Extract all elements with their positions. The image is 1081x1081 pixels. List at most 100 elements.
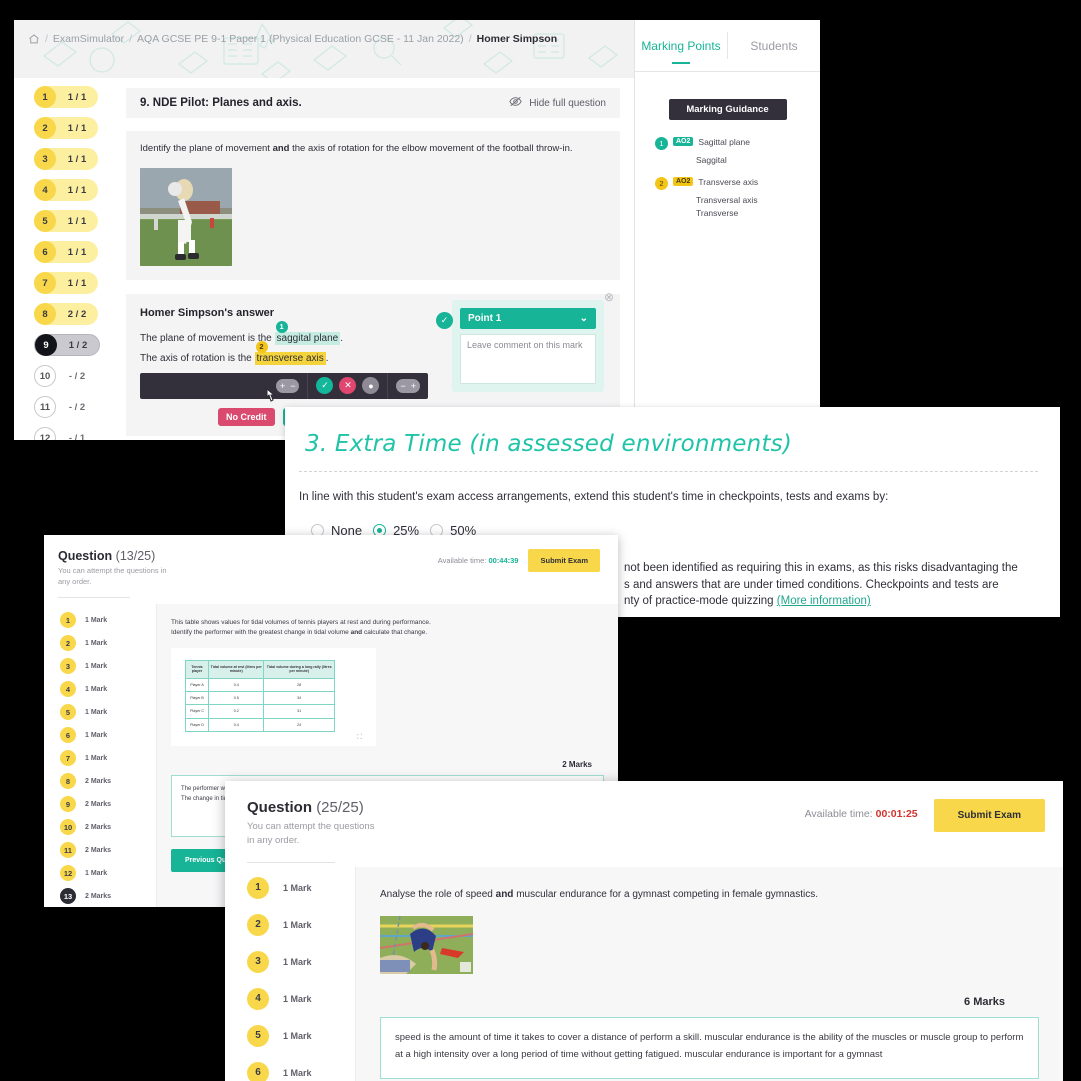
exam13-nav-5[interactable]: 5 1 Mark <box>60 704 156 720</box>
nav-mark: 2 Marks <box>85 823 112 831</box>
exam13-nav-6[interactable]: 6 1 Mark <box>60 727 156 743</box>
question-pill-8[interactable]: 8 2 / 2 <box>34 303 98 325</box>
breadcrumb[interactable]: / ExamSimulator / AQA GCSE PE 9-1 Paper … <box>14 20 634 58</box>
marking-points-list: 1 AO2 Sagittal plane Saggital 2 AO2 Tran… <box>635 120 820 221</box>
exam13-nav-3[interactable]: 3 1 Mark <box>60 658 156 674</box>
close-icon[interactable]: ⊗ <box>604 290 616 304</box>
plus-icon[interactable]: + <box>280 381 285 391</box>
mark-comment-input[interactable]: Leave comment on this mark <box>460 333 596 384</box>
plus-icon[interactable]: + <box>411 381 416 391</box>
marked-span-1[interactable]: 1 saggital plane <box>274 320 341 345</box>
marking-point-number: 2 <box>655 177 668 191</box>
nav-number: 5 <box>247 1024 269 1047</box>
available-time-label: Available time: <box>804 808 873 820</box>
exam25-marks-label: 6 Marks <box>964 995 1005 1008</box>
question-pill-2[interactable]: 2 1 / 1 <box>34 117 98 139</box>
question-pill-6[interactable]: 6 1 / 1 <box>34 241 98 263</box>
exam13-nav-11[interactable]: 11 2 Marks <box>60 842 156 858</box>
point-select[interactable]: Point 1 ⌄ <box>460 307 596 329</box>
nav-number: 4 <box>247 987 269 1010</box>
exam13-nav-4[interactable]: 4 1 Mark <box>60 681 156 697</box>
question-score: 1 / 1 <box>67 246 87 258</box>
exam25-title-word: Question <box>247 799 313 816</box>
eye-slash-icon <box>509 96 522 110</box>
question-pill-11[interactable]: 11 - / 2 <box>34 396 98 418</box>
question-pill-9-active[interactable]: 9 1 / 2 <box>34 334 100 356</box>
exam13-nav-9[interactable]: 9 2 Marks <box>60 796 156 812</box>
exam13-nav-1[interactable]: 1 1 Mark <box>60 612 156 628</box>
nav-mark: 1 Mark <box>85 731 108 739</box>
breadcrumb-sep: / <box>468 33 472 45</box>
football-throw-in-photo <box>140 167 232 266</box>
marking-point-number: 1 <box>655 137 668 150</box>
question-pill-5[interactable]: 5 1 / 1 <box>34 210 98 232</box>
exam25-nav-3[interactable]: 3 1 Mark <box>247 950 355 973</box>
table-header-cell: Tidal volume during a long rally (litres… <box>263 660 335 679</box>
chevron-down-icon: ⌄ <box>579 312 588 324</box>
home-icon[interactable] <box>28 33 40 45</box>
question-pill-7[interactable]: 7 1 / 1 <box>34 272 98 294</box>
exam13-marks-label: 2 Marks <box>562 760 592 769</box>
exam13-nav-10[interactable]: 10 2 Marks <box>60 819 156 835</box>
exam13-nav-2[interactable]: 2 1 Mark <box>60 635 156 651</box>
question-pill-1[interactable]: 1 1 / 1 <box>34 86 98 108</box>
tab-marking-points[interactable]: Marking Points <box>635 20 727 71</box>
assessment-objective-badge: AO2 <box>673 177 694 187</box>
nav-mark: 1 Mark <box>85 708 108 716</box>
breadcrumb-item-paper[interactable]: AQA GCSE PE 9-1 Paper 1 (Physical Educat… <box>137 33 464 45</box>
zoom-image-icon[interactable]: ⛶ <box>357 734 362 742</box>
table-row: Player B 0.5 34 <box>184 691 335 706</box>
exam25-nav-2[interactable]: 2 1 Mark <box>247 913 355 936</box>
accept-mark-button[interactable]: ✓ <box>316 377 334 395</box>
exam25-nav-5[interactable]: 5 1 Mark <box>247 1024 355 1047</box>
nav-mark: 2 Marks <box>85 777 112 785</box>
exam13-nav-8[interactable]: 8 2 Marks <box>60 773 156 789</box>
marked-span-2[interactable]: 2 transverse axis <box>254 340 326 365</box>
no-credit-button[interactable]: No Credit <box>218 407 275 426</box>
minus-icon[interactable]: − <box>290 381 295 391</box>
exam13-nav-12[interactable]: 12 1 Mark <box>60 865 156 881</box>
available-time-label: Available time: <box>437 556 487 565</box>
marking-point-text: Sagittal plane <box>698 137 750 147</box>
exam13-nav-13-current[interactable]: 13 2 Marks <box>60 888 156 904</box>
exam25-counter: (25/25) <box>316 799 364 816</box>
minus-icon[interactable]: − <box>400 381 405 391</box>
exam25-nav-1[interactable]: 1 1 Mark <box>247 876 355 899</box>
marking-guidance-button[interactable]: Marking Guidance <box>668 99 787 120</box>
mark-point-popup: ✓ ⊗ Point 1 ⌄ Leave comment on this mark <box>436 290 614 392</box>
marking-point-2[interactable]: 2 AO2 Transverse axis <box>655 176 820 191</box>
marking-point-1[interactable]: 1 AO2 Sagittal plane <box>655 136 820 150</box>
breadcrumb-item-exam-simulator[interactable]: ExamSimulator <box>53 33 124 45</box>
exam25-nav-6[interactable]: 6 1 Mark <box>247 1061 355 1081</box>
exam13-available-time: Available time: 00:44:39 <box>438 556 519 565</box>
question-pill-4[interactable]: 4 1 / 1 <box>34 179 98 201</box>
question-score: 1 / 2 <box>68 339 88 351</box>
tab-students[interactable]: Students <box>728 20 820 71</box>
tidal-volume-table-card: Tennis player Tidal volume at rest (litr… <box>171 648 376 746</box>
check-circle-icon[interactable]: ✓ <box>436 311 453 329</box>
exam25-nav-4[interactable]: 4 1 Mark <box>247 987 355 1010</box>
hide-full-question-button[interactable]: Hide full question <box>509 96 606 110</box>
mark-adjust-right[interactable]: − + <box>396 378 420 393</box>
table-cell: 0.4 <box>208 717 265 733</box>
note-line-3: nty of practice-mode quizzing <box>624 595 777 608</box>
reject-mark-button[interactable]: ✕ <box>339 377 357 395</box>
exam13-counter: (13/25) <box>115 549 156 563</box>
exam25-answer-textarea[interactable]: speed is the amount of time it takes to … <box>380 1016 1039 1079</box>
exam25-title-block: Question (25/25) You can attempt the que… <box>247 799 377 848</box>
more-information-link[interactable]: (More information) <box>777 595 871 607</box>
marked-text-1: saggital plane <box>276 332 339 344</box>
nav-mark: 1 Mark <box>85 685 108 693</box>
exam13-nav-7[interactable]: 7 1 Mark <box>60 750 156 766</box>
mark-adjust-left[interactable]: + − <box>275 378 300 393</box>
exam13-submit-button[interactable]: Submit Exam <box>528 549 600 572</box>
exam25-submit-button[interactable]: Submit Exam <box>933 799 1045 832</box>
comment-button[interactable]: ● <box>362 377 380 395</box>
answer-line-2-pre: The axis of rotation is the <box>140 352 255 364</box>
nav-number: 12 <box>60 865 76 881</box>
question-pill-3[interactable]: 3 1 / 1 <box>34 148 98 170</box>
question-pill-12[interactable]: 12 - / 1 <box>34 427 98 440</box>
exam25-rule <box>247 861 335 863</box>
assessment-objective-badge: AO2 <box>673 137 694 146</box>
question-pill-10[interactable]: 10 - / 2 <box>34 365 98 387</box>
